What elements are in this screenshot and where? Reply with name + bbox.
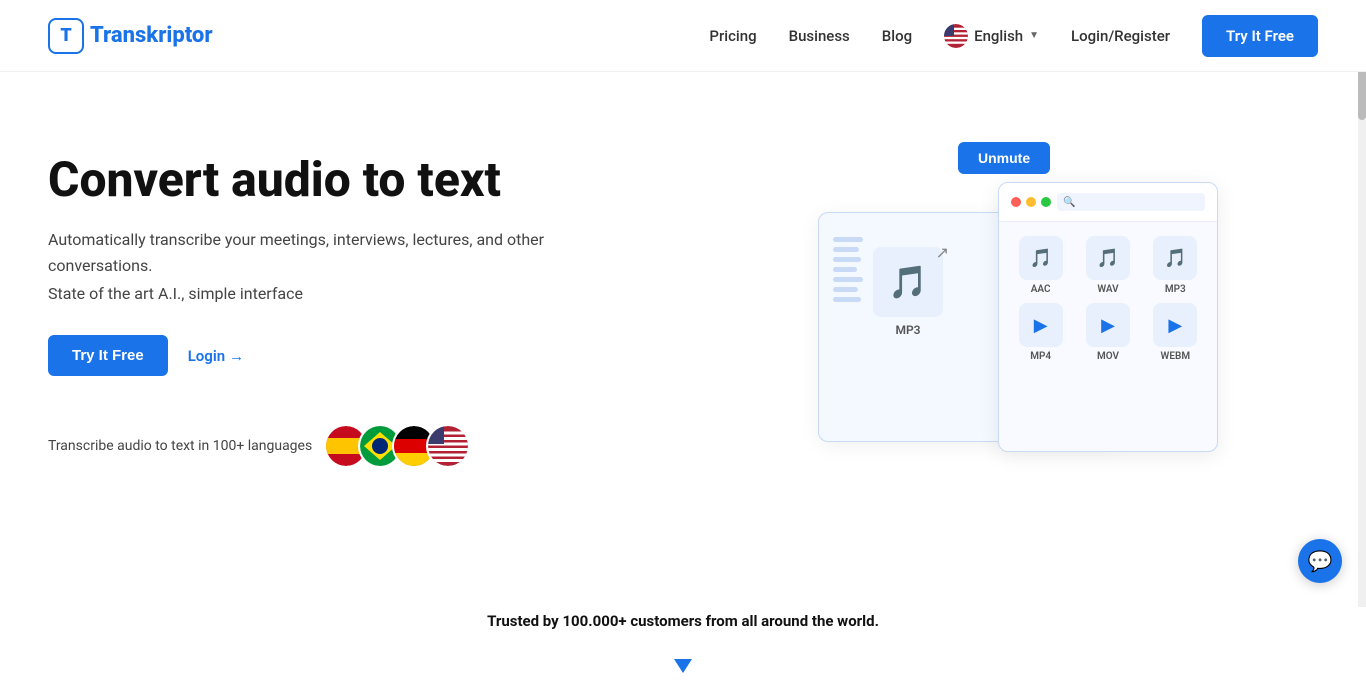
file-aac: 🎵 AAC: [1011, 236, 1070, 295]
logo-text: Transkriptor: [90, 23, 213, 48]
files-grid: 🎵 AAC 🎵 WAV 🎵 MP3 ▶ MP4 ▶: [999, 222, 1217, 376]
nav-blog[interactable]: Blog: [882, 27, 912, 45]
nav-try-free-button[interactable]: Try It Free: [1202, 15, 1318, 57]
trusted-section: Trusted by 100.000+ customers from all a…: [0, 592, 1366, 630]
language-selector[interactable]: English ▼: [944, 24, 1039, 48]
language-row: Transcribe audio to text in 100+ languag…: [48, 424, 608, 468]
text-line: [833, 267, 857, 272]
hero-try-free-button[interactable]: Try It Free: [48, 335, 168, 376]
page-scrollbar[interactable]: [1358, 0, 1366, 607]
scroll-down-icon: [674, 659, 692, 673]
nav-links: Pricing Business Blog English ▼ Login/Re…: [709, 15, 1318, 57]
text-line: [833, 277, 863, 282]
us-flag-icon: [944, 24, 968, 48]
file-mov: ▶ MOV: [1078, 303, 1137, 362]
traffic-light-yellow: [1026, 197, 1036, 207]
mp3-label-grid: MP3: [1165, 284, 1186, 295]
webm-label: WEBM: [1161, 351, 1191, 362]
logo[interactable]: T Transkriptor: [48, 18, 213, 54]
hero-subtitle: State of the art A.I., simple interface: [48, 284, 608, 303]
search-bar[interactable]: 🔍: [1057, 193, 1205, 211]
text-line: [833, 247, 859, 252]
unmute-button[interactable]: Unmute: [958, 142, 1050, 174]
hero-description: Automatically transcribe your meetings, …: [48, 227, 608, 278]
mov-icon: ▶: [1086, 303, 1130, 347]
chat-icon: 💬: [1308, 549, 1333, 573]
traffic-lights: [1011, 197, 1051, 207]
hero-login-link[interactable]: Login →: [188, 347, 244, 365]
languages-description: Transcribe audio to text in 100+ languag…: [48, 438, 312, 454]
chat-bubble-button[interactable]: 💬: [1298, 539, 1342, 583]
hero-section: Convert audio to text Automatically tran…: [0, 72, 1366, 592]
file-mp4: ▶ MP4: [1011, 303, 1070, 362]
mp3-icon: 🎵 ↗: [873, 247, 943, 317]
mp4-icon: ▶: [1019, 303, 1063, 347]
flag-group: [324, 424, 470, 468]
mp4-label: MP4: [1030, 351, 1051, 362]
hero-left: Convert audio to text Automatically tran…: [48, 132, 608, 468]
hero-title: Convert audio to text: [48, 152, 608, 207]
wav-label: WAV: [1097, 284, 1118, 295]
chevron-down-icon: ▼: [1029, 30, 1039, 41]
text-line: [833, 237, 863, 242]
file-mp3: 🎵 MP3: [1146, 236, 1205, 295]
hero-preview: Unmute 🎵 ↗: [798, 132, 1318, 552]
text-line: [833, 287, 858, 292]
webm-icon: ▶: [1153, 303, 1197, 347]
traffic-light-green: [1041, 197, 1051, 207]
nav-business[interactable]: Business: [789, 27, 850, 45]
trusted-text: Trusted by 100.000+ customers from all a…: [48, 612, 1318, 630]
text-line: [833, 297, 861, 302]
mov-label: MOV: [1097, 351, 1119, 362]
mp3-file: 🎵 ↗ MP3: [873, 247, 943, 337]
flag-usa: [426, 424, 470, 468]
nav-pricing[interactable]: Pricing: [709, 27, 756, 45]
traffic-light-red: [1011, 197, 1021, 207]
nav-login-register[interactable]: Login/Register: [1071, 27, 1170, 45]
file-webm: ▶ WEBM: [1146, 303, 1205, 362]
wav-icon: 🎵: [1086, 236, 1130, 280]
text-lines: [833, 227, 863, 302]
bottom-indicator: [0, 630, 1366, 689]
navbar: T Transkriptor Pricing Business Blog Eng…: [0, 0, 1366, 72]
text-line: [833, 257, 861, 262]
files-panel-header: 🔍: [999, 183, 1217, 222]
logo-icon: T: [48, 18, 84, 54]
aac-icon: 🎵: [1019, 236, 1063, 280]
files-panel: 🔍 🎵 AAC 🎵 WAV 🎵 MP3 ▶: [998, 182, 1218, 452]
corner-decoration: ↗: [936, 243, 949, 262]
language-label: English: [974, 27, 1023, 45]
aac-label: AAC: [1031, 284, 1051, 295]
mp3-label: MP3: [895, 323, 920, 337]
file-wav: 🎵 WAV: [1078, 236, 1137, 295]
mp3-icon-grid: 🎵: [1153, 236, 1197, 280]
hero-cta-group: Try It Free Login →: [48, 335, 608, 376]
